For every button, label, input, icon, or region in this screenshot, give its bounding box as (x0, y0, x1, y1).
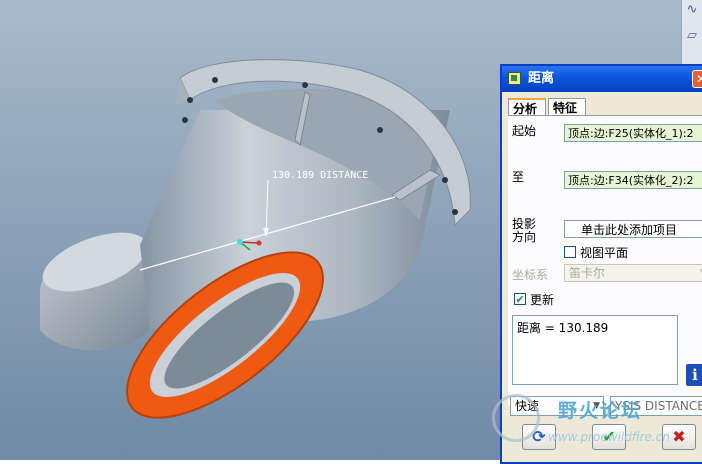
from-reference-field[interactable]: 顶点:边:F25(实体化_1):2 (564, 124, 702, 142)
info-icon[interactable]: i (686, 364, 702, 386)
result-textarea[interactable]: 距离 = 130.189 (512, 315, 678, 385)
tab-analysis[interactable]: 分析 (508, 98, 546, 116)
close-icon[interactable]: ✕ (692, 70, 702, 88)
analysis-panel: 起始 顶点:边:F25(实体化_1):2 至 顶点:边:F34(实体化_2):2… (508, 115, 702, 406)
dialog-title: 距离 (528, 71, 555, 86)
to-reference-field[interactable]: 顶点:边:F34(实体化_2):2 (564, 171, 702, 189)
tab-feature[interactable]: 特征 (548, 98, 586, 116)
refresh-icon: ⟳ (532, 427, 546, 446)
result-text: 距离 = 130.189 (517, 321, 609, 335)
dialog-titlebar[interactable]: 距离 ✕ (502, 66, 702, 92)
vertex-marker (237, 239, 243, 245)
coord-system-select[interactable]: 笛卡尔 ▼ (564, 264, 702, 282)
cancel-button[interactable]: ✖ (662, 424, 696, 450)
dialog-app-icon (508, 72, 521, 85)
view-plane-label: 视图平面 (580, 246, 629, 260)
right-toolbar: ∿ ▱ (681, 0, 702, 70)
update-checkbox[interactable]: ✔ (514, 293, 526, 305)
chevron-down-icon: ▼ (593, 401, 600, 411)
ok-button[interactable]: ✔ (592, 424, 626, 450)
coord-system-label: 坐标系 (512, 268, 549, 282)
cancel-x-icon: ✖ (672, 427, 686, 446)
datum-plane-icon[interactable]: ▱ (684, 28, 700, 44)
view-plane-checkbox[interactable] (564, 246, 576, 258)
sketch-curve-icon[interactable]: ∿ (684, 2, 700, 18)
projection-label-2: 方向 (512, 230, 537, 244)
distance-dialog: 距离 ✕ 分析 特征 起始 顶点:边:F25(实体化_1):2 至 顶点:边:F… (500, 64, 702, 464)
from-label: 起始 (512, 124, 537, 138)
analysis-mode-select[interactable]: 快速 ▼ (510, 396, 604, 416)
update-label: 更新 (530, 293, 555, 307)
add-projection-item-button[interactable]: 单击此处添加项目 (564, 220, 702, 238)
to-label: 至 (512, 170, 525, 184)
coord-system-value: 笛卡尔 (569, 266, 606, 280)
analysis-mode-value: 快速 (515, 399, 540, 413)
analysis-name-field[interactable]: YSIS DISTANCE_1 (610, 396, 702, 416)
distance-annotation: 130.189 DISTANCE (272, 170, 368, 181)
repeat-analysis-button[interactable]: ⟳ (522, 424, 556, 450)
check-icon: ✔ (602, 427, 616, 446)
